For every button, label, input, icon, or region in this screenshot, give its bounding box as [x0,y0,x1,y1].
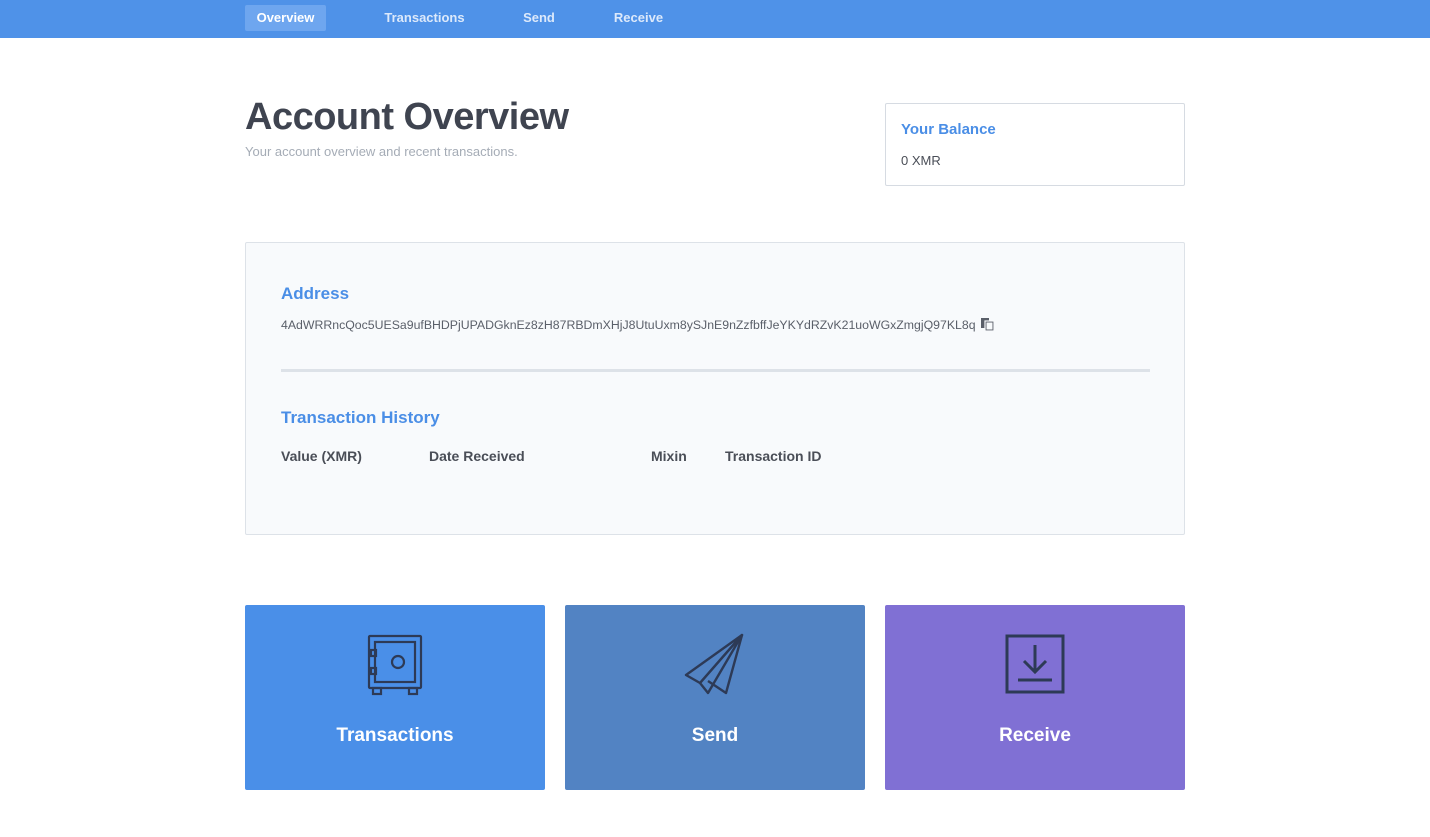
balance-value: 0 XMR [901,153,941,168]
receive-tile-label: Receive [999,725,1071,746]
page-title: Account Overview [245,96,569,138]
transactions-tile[interactable]: Transactions [245,605,545,790]
transactions-tile-label: Transactions [336,725,454,746]
address-value[interactable]: 4AdWRRncQoc5UESa9ufBHDPjUPADGknEz8zH87RB… [281,318,976,332]
download-tray-icon [1005,634,1065,694]
nav-item-receive[interactable]: Receive [603,5,674,31]
copy-icon[interactable] [980,317,995,332]
column-header-mixin: Mixin [651,448,687,464]
receive-tile[interactable]: Receive [885,605,1185,790]
nav-item-send[interactable]: Send [512,5,566,31]
account-panel: Address 4AdWRRncQoc5UESa9ufBHDPjUPADGknE… [245,242,1185,535]
balance-title: Your Balance [901,121,996,138]
safe-icon [367,634,423,696]
paper-plane-icon [684,633,744,695]
page-subtitle: Your account overview and recent transac… [245,144,518,159]
nav-item-transactions[interactable]: Transactions [374,5,475,31]
column-header-transaction-id: Transaction ID [725,448,822,464]
column-header-date-received: Date Received [429,448,525,464]
nav-item-overview[interactable]: Overview [245,5,326,31]
address-title: Address [281,284,350,303]
section-divider [281,369,1150,372]
top-nav: Overview Transactions Send Receive [0,0,1430,38]
send-tile-label: Send [691,725,739,746]
send-tile[interactable]: Send [565,605,865,790]
column-header-value: Value (XMR) [281,448,362,464]
transaction-history-title: Transaction History [281,408,440,427]
balance-card: Your Balance 0 XMR [885,103,1185,186]
address-row: 4AdWRRncQoc5UESa9ufBHDPjUPADGknEz8zH87RB… [281,317,995,332]
